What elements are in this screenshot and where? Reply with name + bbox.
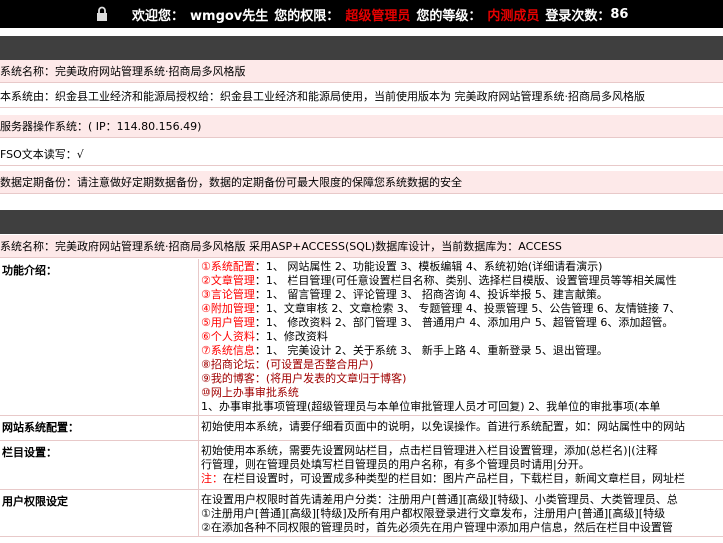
config-title: 网站系统配置： — [0, 415, 199, 441]
feature-link-config[interactable]: 系统配置 — [211, 260, 255, 273]
intro-title: 功能介绍： — [0, 259, 199, 416]
section-header-bar-2 — [0, 210, 723, 234]
feature-link-sysinfo[interactable]: 系统信息 — [211, 344, 255, 357]
feature-link-comment[interactable]: 言论管理 — [211, 288, 255, 301]
username: wmgov先生 — [190, 8, 269, 24]
info-row-license: 本系统由：织金县工业经济和能源局授权给：织金县工业经济和能源局使用，当前使用版本… — [0, 85, 723, 108]
welcome-label: 欢迎您： — [132, 8, 185, 24]
level-label: 您的等级： — [416, 8, 482, 24]
config-text: 初始使用本系统，请要仔细看页面中的说明，以免误操作。首进行系统配置，如：网站属性… — [201, 420, 685, 433]
permission-value: 超级管理员 — [345, 8, 411, 24]
feature-link-blog[interactable]: ⑨我的博客：(将用户发表的文章归于博客) — [201, 372, 721, 386]
feature-table: 功能介绍： ①系统配置：1、 网站属性 2、功能设置 3、模板编辑 4、系统初始… — [0, 259, 723, 537]
intro-content: ①系统配置：1、 网站属性 2、功能设置 3、模板编辑 4、系统初始(详细请看演… — [198, 259, 723, 416]
login-count-label: 登录次数： — [545, 8, 611, 24]
note-label: 注： — [201, 472, 223, 485]
feature-link-users[interactable]: 用户管理 — [211, 316, 255, 329]
feature-link-approval[interactable]: ⑩网上办事审批系统 — [201, 386, 721, 400]
section-header-bar — [0, 36, 723, 60]
feature-link-article[interactable]: 文章管理 — [211, 274, 255, 287]
table-row: 功能介绍： ①系统配置：1、 网站属性 2、功能设置 3、模板编辑 4、系统初始… — [0, 259, 723, 416]
top-user-bar: 欢迎您： wmgov先生 您的权限： 超级管理员 您的等级： 内测成员 登录次数… — [0, 0, 723, 28]
info-row-server-os: 服务器操作系统：( IP：114.80.156.49) — [0, 115, 723, 138]
system-row: 系统名称：完美政府网站管理系统·招商局多风格版 采用ASP+ACCESS(SQL… — [0, 235, 723, 258]
info-row-backup: 数据定期备份：请注意做好定期数据备份，数据的定期备份可最大限度的保障您系统数据的… — [0, 171, 723, 194]
info-row-fso: FSO文本读写：√ — [0, 143, 723, 166]
feature-link-forum[interactable]: ⑧招商论坛：(可设置是否整合用户) — [201, 358, 721, 372]
table-row: 用户权限设定 在设置用户权限时首先请差用户分类：注册用户[普通][高级][特级]… — [0, 489, 723, 537]
info-row-system-name: 系统名称：完美政府网站管理系统·招商局多风格版 — [0, 60, 723, 83]
approval-desc: 1、办事审批事项管理(超级管理员与本单位审批管理人员才可回复) 2、我单位的审批… — [201, 400, 661, 413]
column-title: 栏目设置： — [0, 440, 199, 490]
lock-icon — [97, 6, 107, 21]
table-row: 栏目设置： 初始使用本系统，需要先设置网站栏目，点击栏目管理进入栏目设置管理，添… — [0, 440, 723, 490]
feature-link-profile[interactable]: 个人资料 — [211, 330, 255, 343]
login-count: 86 — [610, 6, 629, 22]
permission-label: 您的权限： — [274, 8, 340, 24]
table-row: 网站系统配置： 初始使用本系统，请要仔细看页面中的说明，以免误操作。首进行系统配… — [0, 415, 723, 441]
level-value: 内测成员 — [487, 8, 540, 24]
feature-link-extra[interactable]: 附加管理 — [211, 302, 255, 315]
perm-title: 用户权限设定 — [0, 489, 199, 537]
